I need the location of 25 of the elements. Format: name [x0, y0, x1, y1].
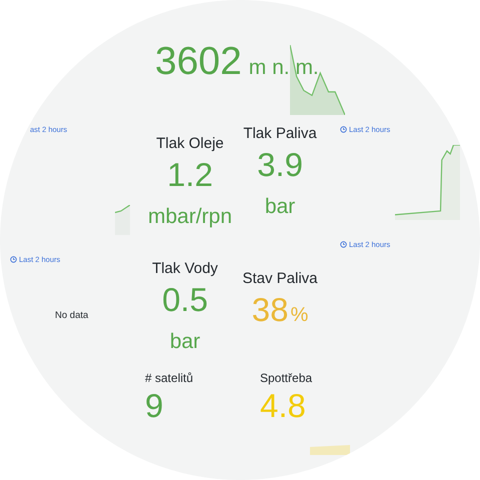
altitude-value: 3602 — [155, 40, 242, 84]
stat-value: 0.5 — [162, 282, 208, 318]
clock-icon — [340, 126, 347, 133]
panel-title: # satelitů — [145, 370, 194, 386]
panel-title: Stav Paliva — [242, 270, 318, 288]
stat-unit: % — [290, 303, 308, 327]
stat-value: 4.8 — [260, 388, 306, 424]
stat-unit: mbar/rpn — [148, 205, 232, 229]
clock-icon — [340, 241, 347, 248]
sparkline — [310, 445, 350, 455]
panel-title: Tlak Paliva — [243, 125, 317, 143]
sparkline — [290, 45, 345, 115]
stat-value: 9 — [145, 388, 164, 424]
stat-unit: bar — [170, 330, 200, 354]
panel-title: Tlak Oleje — [156, 135, 224, 153]
no-data-text: No data — [55, 310, 90, 323]
stat-unit: bar — [264, 195, 296, 219]
stat-value: 1.2 — [167, 157, 213, 193]
altitude-unit: m n. m. — [248, 56, 319, 80]
stat-value: 38 — [252, 292, 288, 328]
clock-icon — [10, 256, 17, 263]
sparkline — [115, 205, 130, 235]
stat-value: 3.9 — [257, 147, 303, 183]
panel-title: Spottřeba — [260, 370, 312, 386]
panel-title: Tlak Vody — [152, 260, 218, 278]
